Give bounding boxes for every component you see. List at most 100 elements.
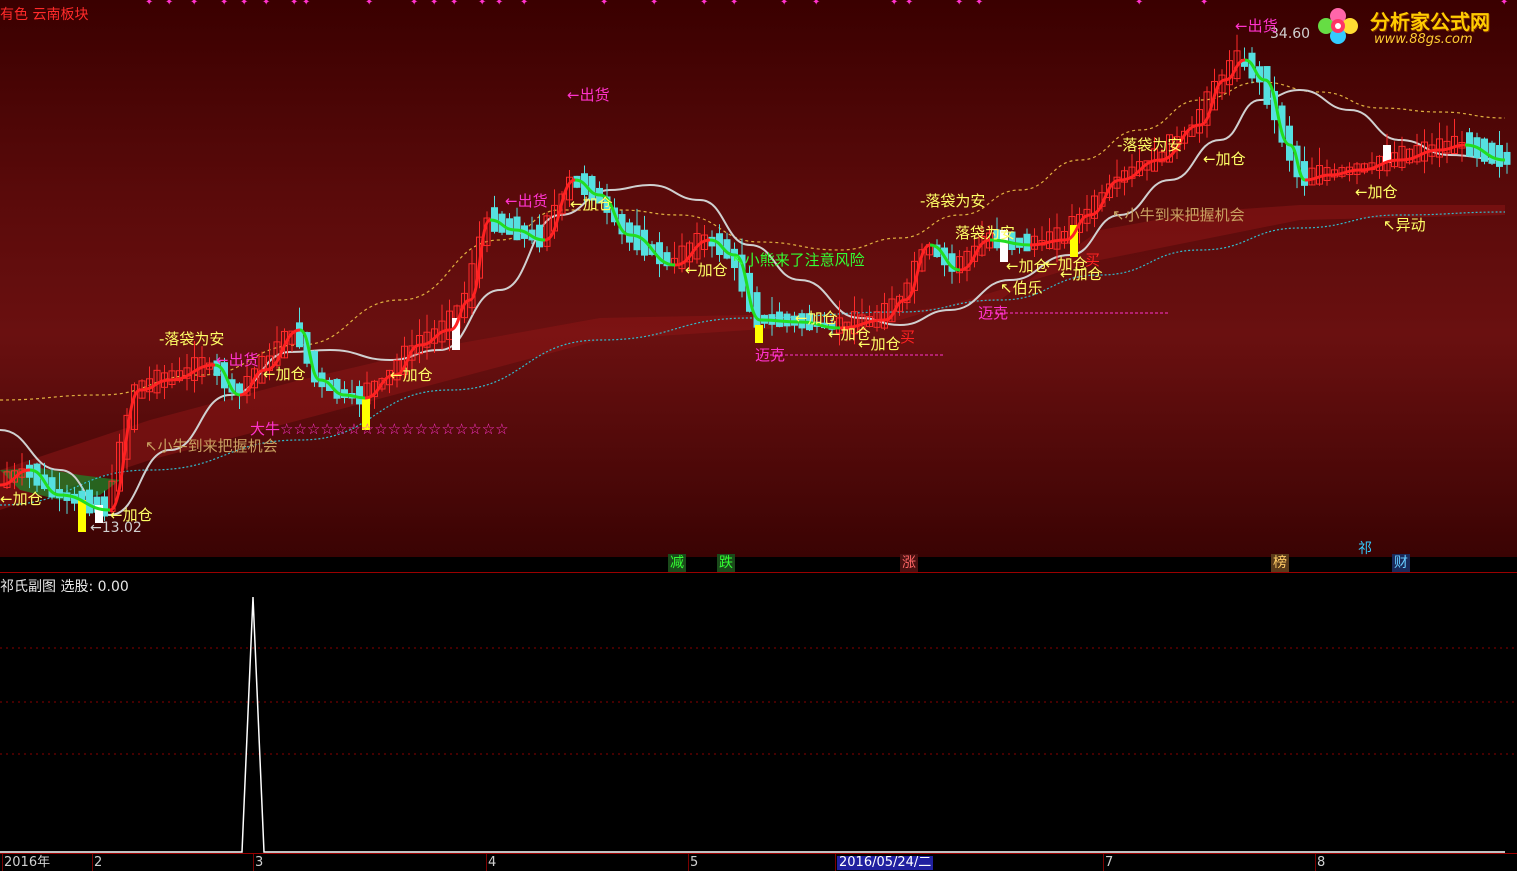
time-label: 5 — [690, 855, 699, 870]
signal-label: ←加仓 — [110, 506, 153, 524]
signal-label: ←加仓 — [1355, 183, 1398, 201]
signal-label: ←加仓 — [1203, 150, 1246, 168]
top-marker-icon: ✦ — [600, 0, 609, 8]
time-tick — [92, 854, 93, 871]
panel-divider-top — [0, 572, 1517, 573]
signal-label: ←出货 — [216, 351, 259, 369]
time-label: 2 — [94, 855, 103, 870]
sub-signal-line — [0, 596, 1505, 853]
top-marker-icon: ✦ — [955, 0, 964, 8]
top-marker-icon: ✦ — [220, 0, 229, 8]
time-label: 8 — [1317, 855, 1326, 870]
signal-label: 迈克 — [755, 346, 786, 364]
top-marker-icon: ✦ — [165, 0, 174, 8]
signal-label: ↖异动 — [1383, 216, 1426, 234]
top-marker-icon: ✦ — [410, 0, 419, 8]
signal-label: 落袋为安 — [955, 224, 1016, 242]
logo-url: www.88gs.com — [1374, 32, 1473, 47]
instrument-title: 有色 云南板块 — [0, 7, 89, 23]
time-tick — [1315, 854, 1316, 871]
top-marker-icon: ✦ — [905, 0, 914, 8]
signal-label: -落袋为安 — [1117, 136, 1183, 154]
top-marker-icon: ✦ — [365, 0, 374, 8]
down-candle — [296, 322, 303, 348]
signal-label: 大牛☆☆☆☆☆☆☆☆☆☆☆☆☆☆☆☆☆ — [250, 420, 509, 438]
top-marker-icon: ✦ — [1500, 0, 1509, 8]
top-marker-icon: ✦ — [1135, 0, 1144, 8]
signal-label: ←出货 — [505, 192, 548, 210]
down-candle — [626, 222, 633, 243]
top-marker-icon: ✦ — [190, 0, 199, 8]
time-tick — [2, 854, 3, 871]
top-marker-icon: ✦ — [975, 0, 984, 8]
top-marker-icon: ✦ — [520, 0, 529, 8]
top-marker-icon: ✦ — [262, 0, 271, 8]
time-label: 3 — [255, 855, 264, 870]
top-marker-icon: ✦ — [145, 0, 154, 8]
signal-label: ←加仓 — [858, 335, 901, 353]
signal-label: ↖小牛到来把握机会 — [1112, 206, 1245, 224]
signal-label: ←出货 — [1235, 17, 1278, 35]
signal-label: 迈克 — [978, 304, 1009, 322]
signal-label: ←加仓 — [263, 365, 306, 383]
logo-title: 分析家公式网 — [1370, 10, 1490, 34]
signal-label: ←出货 — [567, 86, 610, 104]
signal-label: -落袋为安 — [920, 192, 986, 210]
cursor-date-label: 2016/05/24/二 — [837, 855, 934, 870]
time-tick — [1103, 854, 1104, 871]
down-candle — [1503, 151, 1511, 165]
bottom-tag: 祁 — [1358, 541, 1372, 557]
signal-label: ↖小熊来了注意风险 — [732, 251, 865, 269]
top-marker-icon: ✦ — [1200, 0, 1209, 8]
top-marker-icon: ✦ — [890, 0, 899, 8]
time-tick — [835, 854, 836, 871]
signal-label: ←加仓 — [685, 261, 728, 279]
time-label: 4 — [488, 855, 497, 870]
top-marker-icon: ✦ — [430, 0, 439, 8]
sub-indicator-header: 祁氏副图 选股: 0.00 — [0, 576, 129, 596]
down-candle — [1488, 142, 1496, 164]
top-marker-icon: ✦ — [730, 0, 739, 8]
bottom-tag: 跌 — [717, 554, 735, 572]
signal-label: -落袋为安 — [159, 330, 225, 348]
down-candle — [1301, 161, 1308, 186]
signal-label: 买 — [1085, 251, 1101, 269]
candlestick-chart[interactable] — [0, 0, 1517, 557]
down-candle — [86, 489, 93, 514]
top-marker-icon: ✦ — [700, 0, 709, 8]
time-tick — [486, 854, 487, 871]
bottom-tag: 涨 — [900, 554, 918, 572]
down-candle — [536, 224, 543, 248]
signal-label: ↖伯乐 — [1000, 279, 1043, 297]
top-marker-icon: ✦ — [290, 0, 299, 8]
time-tick — [688, 854, 689, 871]
top-marker-icon: ✦ — [780, 0, 789, 8]
down-candle — [1023, 233, 1031, 252]
signal-label: ←加仓 — [390, 366, 433, 384]
sub-indicator-select-value: 选股: 0.00 — [60, 579, 129, 595]
bottom-tag: 减 — [668, 554, 686, 572]
top-marker-icon: ✦ — [478, 0, 487, 8]
signal-label: 买 — [900, 328, 916, 346]
sub-indicator-chart[interactable] — [0, 574, 1517, 854]
time-label: 2016年 — [4, 855, 51, 870]
sub-indicator-panel[interactable] — [0, 574, 1517, 854]
top-marker-icon: ✦ — [812, 0, 821, 8]
main-chart-panel[interactable] — [0, 0, 1517, 557]
down-candle — [356, 386, 363, 405]
down-candle — [513, 216, 521, 241]
time-label: 7 — [1105, 855, 1114, 870]
signal-label: ←加仓 — [795, 309, 838, 327]
highlight-candle — [78, 500, 86, 532]
bottom-tag: 榜 — [1271, 554, 1289, 572]
top-marker-icon: ✦ — [450, 0, 459, 8]
top-marker-icon: ✦ — [302, 0, 311, 8]
logo: 分析家公式网 www.88gs.com — [1316, 2, 1512, 50]
panel-divider-bottom — [0, 853, 1517, 854]
down-candle — [753, 292, 761, 328]
top-marker-icon: ✦ — [495, 0, 504, 8]
signal-label: ←加仓 — [1006, 257, 1049, 275]
signal-label: ↖小牛到来把握机会 — [145, 437, 278, 455]
down-candle — [1496, 145, 1503, 167]
top-marker-icon: ✦ — [650, 0, 659, 8]
